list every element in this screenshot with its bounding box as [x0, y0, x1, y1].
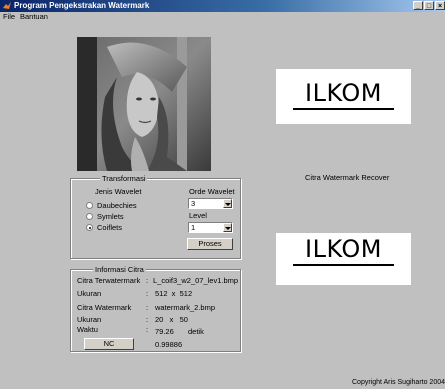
watermark-underline: [293, 108, 394, 110]
close-button[interactable]: ×: [435, 1, 445, 10]
minimize-button[interactable]: _: [413, 1, 423, 10]
ukuran-host-value: 512 x 512: [155, 289, 193, 298]
informasi-citra-legend: Informasi Citra: [93, 265, 146, 274]
watermark-text-original: ILKOM: [305, 79, 382, 107]
radio-daubechies-label: Daubechies: [97, 201, 137, 210]
ukuran-host-label: Ukuran: [77, 289, 102, 298]
separator: :: [146, 276, 149, 285]
menu-file[interactable]: File: [3, 12, 15, 22]
menu-bantuan[interactable]: Bantuan: [20, 12, 48, 22]
radio-symlets-label: Symlets: [97, 212, 124, 221]
separator: :: [146, 303, 149, 312]
jenis-wavelet-label: Jenis Wavelet: [95, 187, 142, 196]
maximize-button[interactable]: □: [424, 1, 434, 10]
chevron-down-icon[interactable]: [223, 223, 232, 232]
waktu-label: Waktu: [77, 325, 98, 334]
level-value: 1: [191, 223, 196, 232]
citra-watermark-label: Citra Watermark: [77, 303, 132, 312]
separator: :: [146, 315, 149, 324]
watermarked-image: [77, 37, 211, 171]
watermark-image-original: ILKOM: [276, 69, 411, 124]
waktu-unit: detik: [188, 327, 204, 336]
title-bar: Program Pengekstrakan Watermark _ □ ×: [0, 0, 445, 12]
copyright-text: Copyright Aris Sugiharto 2004: [352, 379, 445, 386]
waktu-value: 79.26: [155, 327, 174, 336]
radio-coiflets-label: Coiflets: [97, 223, 123, 232]
proses-button[interactable]: Proses: [187, 238, 233, 250]
orde-wavelet-label: Orde Wavelet: [189, 187, 235, 196]
citra-terwatermark-label: Citra Terwatermark: [77, 276, 141, 285]
citra-watermark-value: watermark_2.bmp: [155, 303, 216, 312]
level-label: Level: [189, 211, 207, 220]
level-select[interactable]: 1: [188, 222, 233, 233]
radio-symlets[interactable]: [86, 213, 93, 220]
separator: :: [146, 289, 149, 298]
chevron-down-icon[interactable]: [223, 199, 232, 208]
orde-wavelet-value: 3: [191, 199, 196, 208]
ukuran-watermark-value: 20 x 50: [155, 315, 188, 324]
menu-bar: File Bantuan: [0, 12, 445, 22]
window-title: Program Pengekstrakan Watermark: [14, 1, 150, 10]
radio-coiflets[interactable]: [86, 224, 93, 231]
citra-terwatermark-value: L_coif3_w2_07_lev1.bmp: [153, 276, 239, 285]
watermark-text-recovered: ILKOM: [305, 235, 382, 263]
orde-wavelet-select[interactable]: 3: [188, 198, 233, 209]
radio-daubechies[interactable]: [86, 202, 93, 209]
watermark-recover-caption: Citra Watermark Recover: [305, 173, 390, 182]
radio-selected-dot: [88, 226, 91, 229]
watermark-underline: [293, 264, 394, 266]
transformasi-legend: Transformasi: [100, 174, 148, 183]
watermark-image-recovered: ILKOM: [276, 233, 411, 285]
ukuran-watermark-label: Ukuran: [77, 315, 102, 324]
matlab-icon: [3, 2, 11, 9]
nc-value: 0.99886: [155, 340, 183, 349]
nc-button[interactable]: NC: [84, 338, 134, 350]
portrait-photo: [77, 37, 211, 171]
separator: :: [146, 325, 149, 334]
